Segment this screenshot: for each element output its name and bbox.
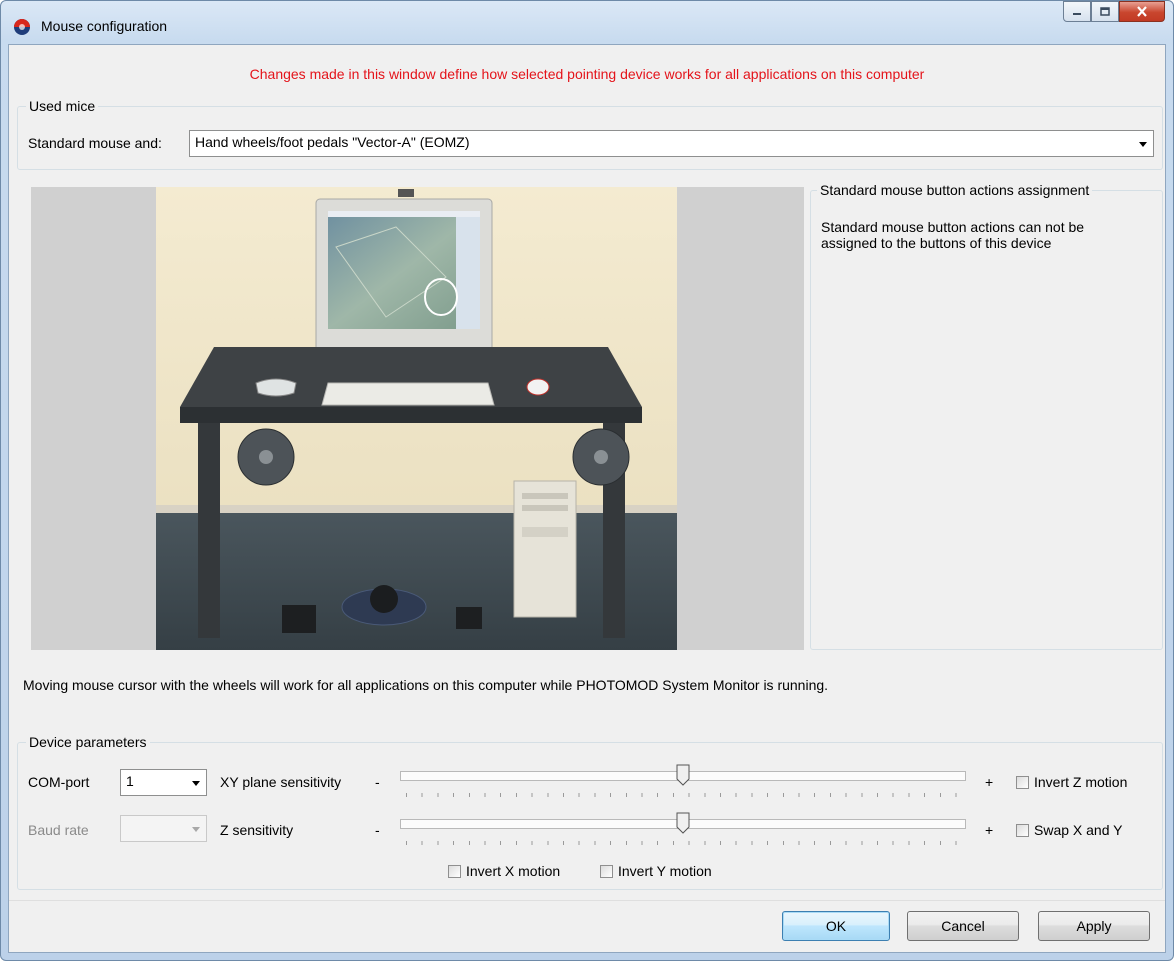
z-sensitivity-slider[interactable] [400, 812, 966, 851]
invert-z-label: Invert Z motion [1034, 774, 1128, 790]
invert-x-box[interactable] [448, 864, 461, 878]
device-photo-area [31, 187, 804, 650]
invert-y-checkbox[interactable]: Invert Y motion [600, 863, 712, 879]
xy-sensitivity-label: XY plane sensitivity [220, 774, 342, 790]
chevron-down-icon [1139, 142, 1147, 147]
cancel-button[interactable]: Cancel [907, 911, 1019, 941]
z-sensitivity-label: Z sensitivity [220, 822, 294, 838]
z-plus-label: + [985, 822, 994, 838]
com-port-value: 1 [126, 773, 134, 789]
minimize-icon [1073, 12, 1081, 15]
button-actions-message: Standard mouse button actions can not be… [821, 219, 1085, 251]
button-actions-legend: Standard mouse button actions assignment [817, 182, 1093, 198]
maximize-icon [1100, 7, 1110, 16]
dialog-client-area: Changes made in this window define how s… [8, 44, 1166, 953]
device-select[interactable]: Hand wheels/foot pedals "Vector-A" (EOMZ… [189, 130, 1154, 157]
xy-sensitivity-slider[interactable] [400, 764, 966, 803]
device-select-value: Hand wheels/foot pedals "Vector-A" (EOMZ… [195, 134, 470, 150]
z-slider-thumb[interactable] [676, 812, 690, 834]
com-port-select[interactable]: 1 [120, 769, 207, 796]
ok-button[interactable]: OK [782, 911, 890, 941]
invert-y-box[interactable] [600, 864, 613, 878]
notice-text: Changes made in this window define how s… [249, 66, 925, 82]
standard-mouse-label: Standard mouse and: [28, 135, 162, 151]
z-slider-ticks [406, 841, 960, 845]
xy-minus-label: - [375, 774, 380, 790]
z-minus-label: - [375, 822, 380, 838]
swap-xy-checkbox[interactable]: Swap X and Y [1016, 822, 1122, 838]
close-icon [1137, 6, 1147, 17]
invert-y-label: Invert Y motion [618, 863, 712, 879]
used-mice-legend: Used mice [26, 98, 99, 114]
maximize-button[interactable] [1091, 1, 1119, 22]
baud-rate-label: Baud rate [28, 822, 89, 838]
invert-z-box[interactable] [1016, 775, 1029, 789]
info-text: Moving mouse cursor with the wheels will… [23, 677, 829, 693]
swap-xy-box[interactable] [1016, 823, 1029, 837]
mouse-configuration-window: Mouse configuration Changes made in this… [0, 0, 1174, 961]
xy-slider-thumb[interactable] [676, 764, 690, 786]
chevron-down-icon [192, 827, 200, 832]
device-photo [156, 187, 677, 650]
app-icon [14, 19, 30, 35]
xy-slider-ticks [406, 793, 960, 797]
button-actions-group: Standard mouse button actions assignment [810, 182, 1163, 650]
com-port-label: COM-port [28, 774, 90, 790]
window-controls [1063, 1, 1165, 23]
xy-plus-label: + [985, 774, 994, 790]
device-parameters-legend: Device parameters [26, 734, 150, 750]
swap-xy-label: Swap X and Y [1034, 822, 1123, 838]
footer-separator [9, 900, 1165, 901]
invert-x-label: Invert X motion [466, 863, 561, 879]
close-button[interactable] [1119, 1, 1165, 22]
apply-button[interactable]: Apply [1038, 911, 1150, 941]
invert-x-checkbox[interactable]: Invert X motion [448, 863, 560, 879]
baud-rate-select[interactable] [120, 815, 207, 842]
minimize-button[interactable] [1063, 1, 1091, 22]
title-bar[interactable]: Mouse configuration [1, 1, 1173, 45]
window-title: Mouse configuration [41, 18, 168, 34]
chevron-down-icon [192, 781, 200, 786]
invert-z-checkbox[interactable]: Invert Z motion [1016, 774, 1127, 790]
